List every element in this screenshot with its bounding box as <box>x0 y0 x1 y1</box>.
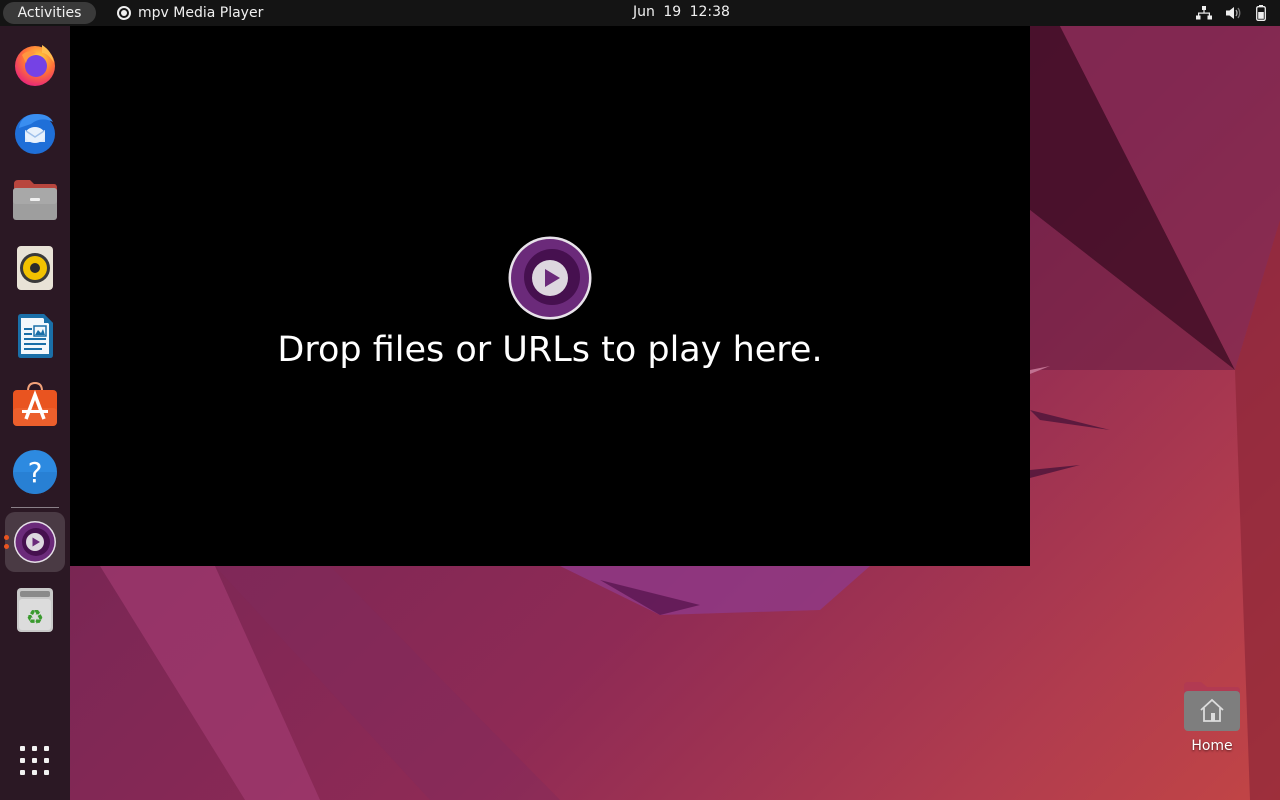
running-indicator <box>4 544 9 549</box>
svg-text:?: ? <box>28 456 43 489</box>
dock-separator <box>11 507 59 508</box>
activities-label: Activities <box>17 5 82 21</box>
desktop-home-folder[interactable]: Home <box>1176 680 1248 754</box>
dock-item-help[interactable]: ? <box>5 442 65 502</box>
drop-hint-text: Drop files or URLs to play here. <box>277 330 823 370</box>
rhythmbox-icon <box>17 246 53 290</box>
app-name: mpv Media Player <box>138 5 264 21</box>
trash-icon: ♻ <box>17 588 53 632</box>
volume-icon[interactable] <box>1226 6 1242 20</box>
mpv-player-window[interactable]: Drop files or URLs to play here. <box>70 26 1030 566</box>
top-bar: Activities mpv Media Player Jun 19 12:38 <box>0 0 1280 26</box>
clock[interactable]: Jun 19 12:38 <box>633 0 730 26</box>
help-icon: ? <box>13 450 57 494</box>
dock: ? ♻ <box>0 26 70 800</box>
software-icon <box>13 381 57 426</box>
thunderbird-icon <box>15 114 55 154</box>
svg-text:♻: ♻ <box>26 605 44 629</box>
grid-icon <box>20 746 49 775</box>
network-icon[interactable] <box>1196 6 1212 20</box>
dock-item-thunderbird[interactable] <box>5 102 65 162</box>
running-indicator <box>4 535 9 540</box>
dock-item-writer[interactable] <box>5 306 65 366</box>
home-folder-icon <box>1184 682 1240 731</box>
dock-item-files[interactable] <box>5 170 65 230</box>
mpv-logo-icon <box>508 236 592 320</box>
dock-item-trash[interactable]: ♻ <box>5 580 65 640</box>
show-applications-button[interactable] <box>5 731 65 791</box>
dock-item-mpv[interactable] <box>5 512 65 572</box>
writer-icon <box>18 314 53 358</box>
dock-item-firefox[interactable] <box>5 34 65 94</box>
system-tray[interactable] <box>1196 0 1266 26</box>
mpv-app-icon <box>117 6 131 20</box>
files-icon <box>13 180 57 220</box>
dock-item-rhythmbox[interactable] <box>5 238 65 298</box>
app-menu[interactable]: mpv Media Player <box>117 0 263 26</box>
firefox-icon <box>15 45 55 86</box>
activities-button[interactable]: Activities <box>3 2 96 24</box>
mpv-icon <box>14 521 56 563</box>
home-folder-label: Home <box>1191 738 1233 754</box>
battery-icon[interactable] <box>1256 5 1266 21</box>
dock-item-software[interactable] <box>5 374 65 434</box>
